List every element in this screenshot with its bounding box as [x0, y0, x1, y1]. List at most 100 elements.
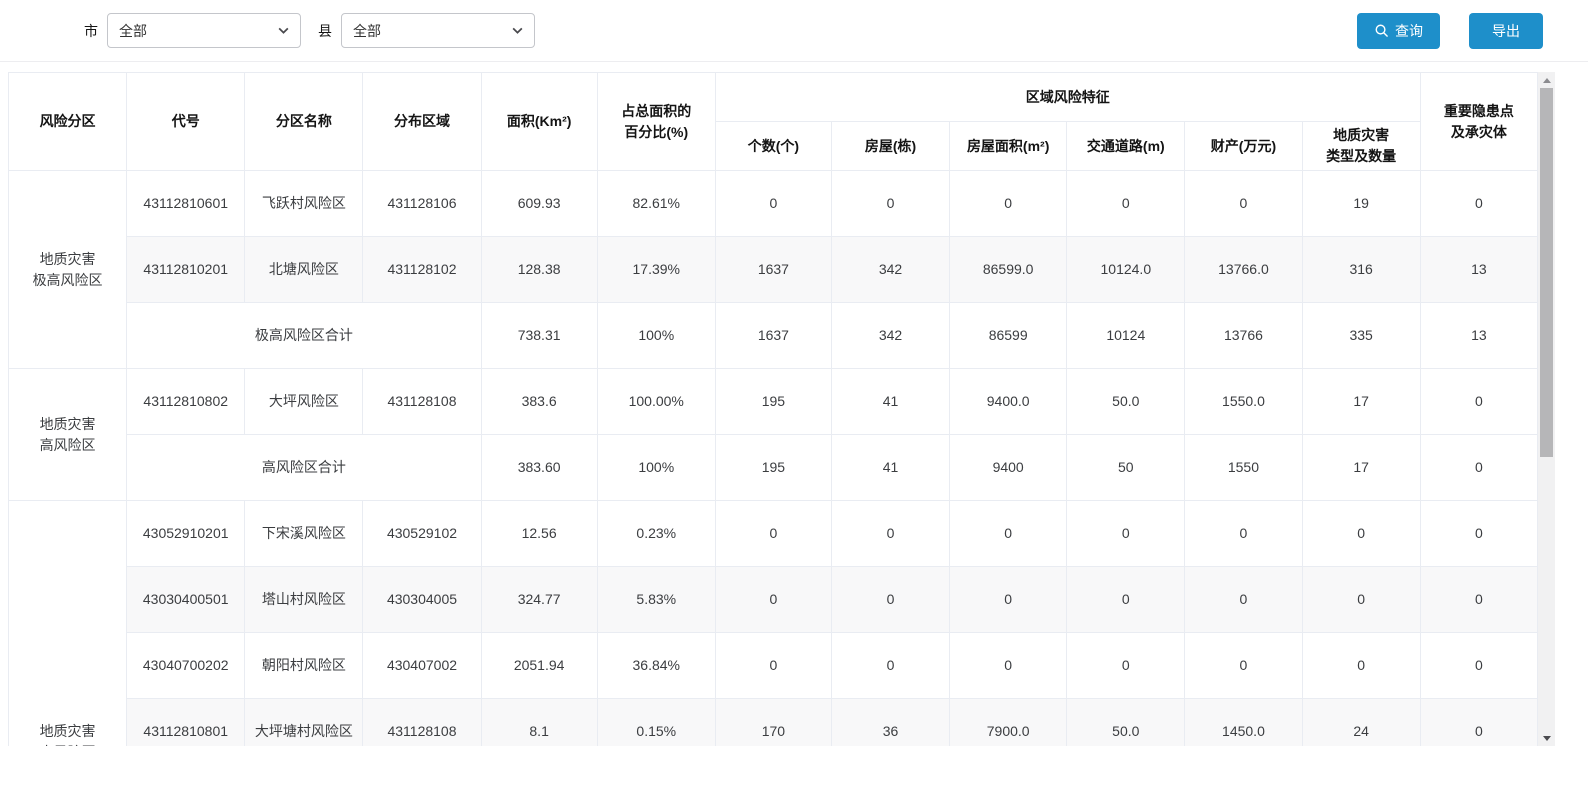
header-geo-disaster-types: 地质灾害 类型及数量: [1302, 122, 1420, 171]
table-cell: 0: [1185, 171, 1302, 237]
table-cell: 0: [1302, 501, 1420, 567]
table-cell: 0: [831, 567, 949, 633]
table-cell: 大坪塘村风险区: [245, 699, 363, 747]
table-cell: 50: [1067, 435, 1185, 501]
header-code: 代号: [127, 73, 245, 171]
table-cell: 0: [950, 567, 1067, 633]
table-cell: 195: [715, 435, 831, 501]
group-label-cell: 地质灾害 中风险区: [9, 501, 127, 747]
group-label-cell: 地质灾害 高风险区: [9, 369, 127, 501]
table-cell: 324.77: [481, 567, 597, 633]
table-cell: 383.60: [481, 435, 597, 501]
table-cell: 41: [831, 369, 949, 435]
table-row: 高风险区合计383.60100%195419400501550170: [9, 435, 1538, 501]
summary-label-cell: 高风险区合计: [127, 435, 481, 501]
table-cell: 100.00%: [597, 369, 715, 435]
table-cell: 0: [1067, 501, 1185, 567]
table-cell: 大坪风险区: [245, 369, 363, 435]
table-cell: 5.83%: [597, 567, 715, 633]
table-cell: 17.39%: [597, 237, 715, 303]
table-cell: 飞跃村风险区: [245, 171, 363, 237]
header-count: 个数(个): [715, 122, 831, 171]
table-cell: 0: [1185, 633, 1302, 699]
table-row: 43112810201北塘风险区431128102128.3817.39%163…: [9, 237, 1538, 303]
table-cell: 0: [1420, 501, 1537, 567]
table-cell: 50.0: [1067, 699, 1185, 747]
table-cell: 1550: [1185, 435, 1302, 501]
table-cell: 431128108: [363, 369, 481, 435]
search-icon: [1374, 23, 1389, 38]
table-cell: 0.15%: [597, 699, 715, 747]
table-cell: 8.1: [481, 699, 597, 747]
table-cell: 82.61%: [597, 171, 715, 237]
table-cell: 0: [715, 171, 831, 237]
scrollbar[interactable]: [1538, 72, 1555, 746]
table-cell: 2051.94: [481, 633, 597, 699]
header-regional-risk-features: 区域风险特征: [715, 73, 1420, 122]
county-select[interactable]: 全部: [341, 13, 535, 48]
table-cell: 13766.0: [1185, 237, 1302, 303]
county-select-value: 全部: [353, 21, 381, 41]
table-cell: 10124: [1067, 303, 1185, 369]
table-cell: 100%: [597, 435, 715, 501]
table-cell: 0: [715, 567, 831, 633]
table-cell: 13: [1420, 237, 1537, 303]
table-cell: 316: [1302, 237, 1420, 303]
table-cell: 43112810201: [127, 237, 245, 303]
table-cell: 1637: [715, 303, 831, 369]
header-house-area-m2: 房屋面积(m²): [950, 122, 1067, 171]
table-cell: 342: [831, 237, 949, 303]
group-label-cell: 地质灾害 极高风险区: [9, 171, 127, 369]
table-cell: 43112810601: [127, 171, 245, 237]
table-row: 地质灾害 中风险区43052910201下宋溪风险区43052910212.56…: [9, 501, 1538, 567]
toolbar-buttons: 查询 导出: [1357, 13, 1543, 49]
table-cell: 43052910201: [127, 501, 245, 567]
city-label: 市: [84, 21, 98, 41]
table-cell: 195: [715, 369, 831, 435]
scrollbar-up-button[interactable]: [1538, 72, 1555, 88]
summary-label-cell: 极高风险区合计: [127, 303, 481, 369]
table-cell: 下宋溪风险区: [245, 501, 363, 567]
table-cell: 0: [1420, 567, 1537, 633]
table-cell: 43030400501: [127, 567, 245, 633]
table-cell: 0.23%: [597, 501, 715, 567]
city-select[interactable]: 全部: [107, 13, 301, 48]
county-label: 县: [318, 21, 332, 41]
table-cell: 0: [1185, 501, 1302, 567]
table-cell: 朝阳村风险区: [245, 633, 363, 699]
table-cell: 430529102: [363, 501, 481, 567]
table-header: 风险分区 代号 分区名称 分布区域 面积(Km²) 占总面积的 百分比(%) 区…: [9, 73, 1538, 171]
table-cell: 1450.0: [1185, 699, 1302, 747]
table-cell: 0: [1420, 369, 1537, 435]
export-button[interactable]: 导出: [1469, 13, 1543, 49]
table-cell: 430304005: [363, 567, 481, 633]
table-cell: 北塘风险区: [245, 237, 363, 303]
table-row: 地质灾害 高风险区43112810802大坪风险区431128108383.61…: [9, 369, 1538, 435]
table-cell: 10124.0: [1067, 237, 1185, 303]
table-row: 地质灾害 极高风险区43112810601飞跃村风险区431128106609.…: [9, 171, 1538, 237]
query-button[interactable]: 查询: [1357, 13, 1440, 49]
table-row: 43112810801大坪塘村风险区4311281088.10.15%17036…: [9, 699, 1538, 747]
table-row: 极高风险区合计738.31100%16373428659910124137663…: [9, 303, 1538, 369]
risk-table-container: 风险分区 代号 分区名称 分布区域 面积(Km²) 占总面积的 百分比(%) 区…: [8, 72, 1556, 746]
table-cell: 0: [1420, 633, 1537, 699]
table-cell: 17: [1302, 435, 1420, 501]
table-cell: 431128108: [363, 699, 481, 747]
table-cell: 0: [1067, 567, 1185, 633]
table-cell: 342: [831, 303, 949, 369]
table-cell: 50.0: [1067, 369, 1185, 435]
chevron-down-icon: [511, 24, 524, 37]
table-cell: 335: [1302, 303, 1420, 369]
table-cell: 0: [1302, 633, 1420, 699]
header-property-10k-yuan: 财产(万元): [1185, 122, 1302, 171]
table-body: 地质灾害 极高风险区43112810601飞跃村风险区431128106609.…: [9, 171, 1538, 747]
table-cell: 43040700202: [127, 633, 245, 699]
header-area-km2: 面积(Km²): [481, 73, 597, 171]
scrollbar-thumb[interactable]: [1540, 88, 1553, 457]
table-cell: 19: [1302, 171, 1420, 237]
table-cell: 24: [1302, 699, 1420, 747]
table-cell: 0: [715, 633, 831, 699]
table-cell: 0: [950, 633, 1067, 699]
query-button-label: 查询: [1395, 21, 1423, 41]
scrollbar-down-button[interactable]: [1538, 730, 1555, 746]
